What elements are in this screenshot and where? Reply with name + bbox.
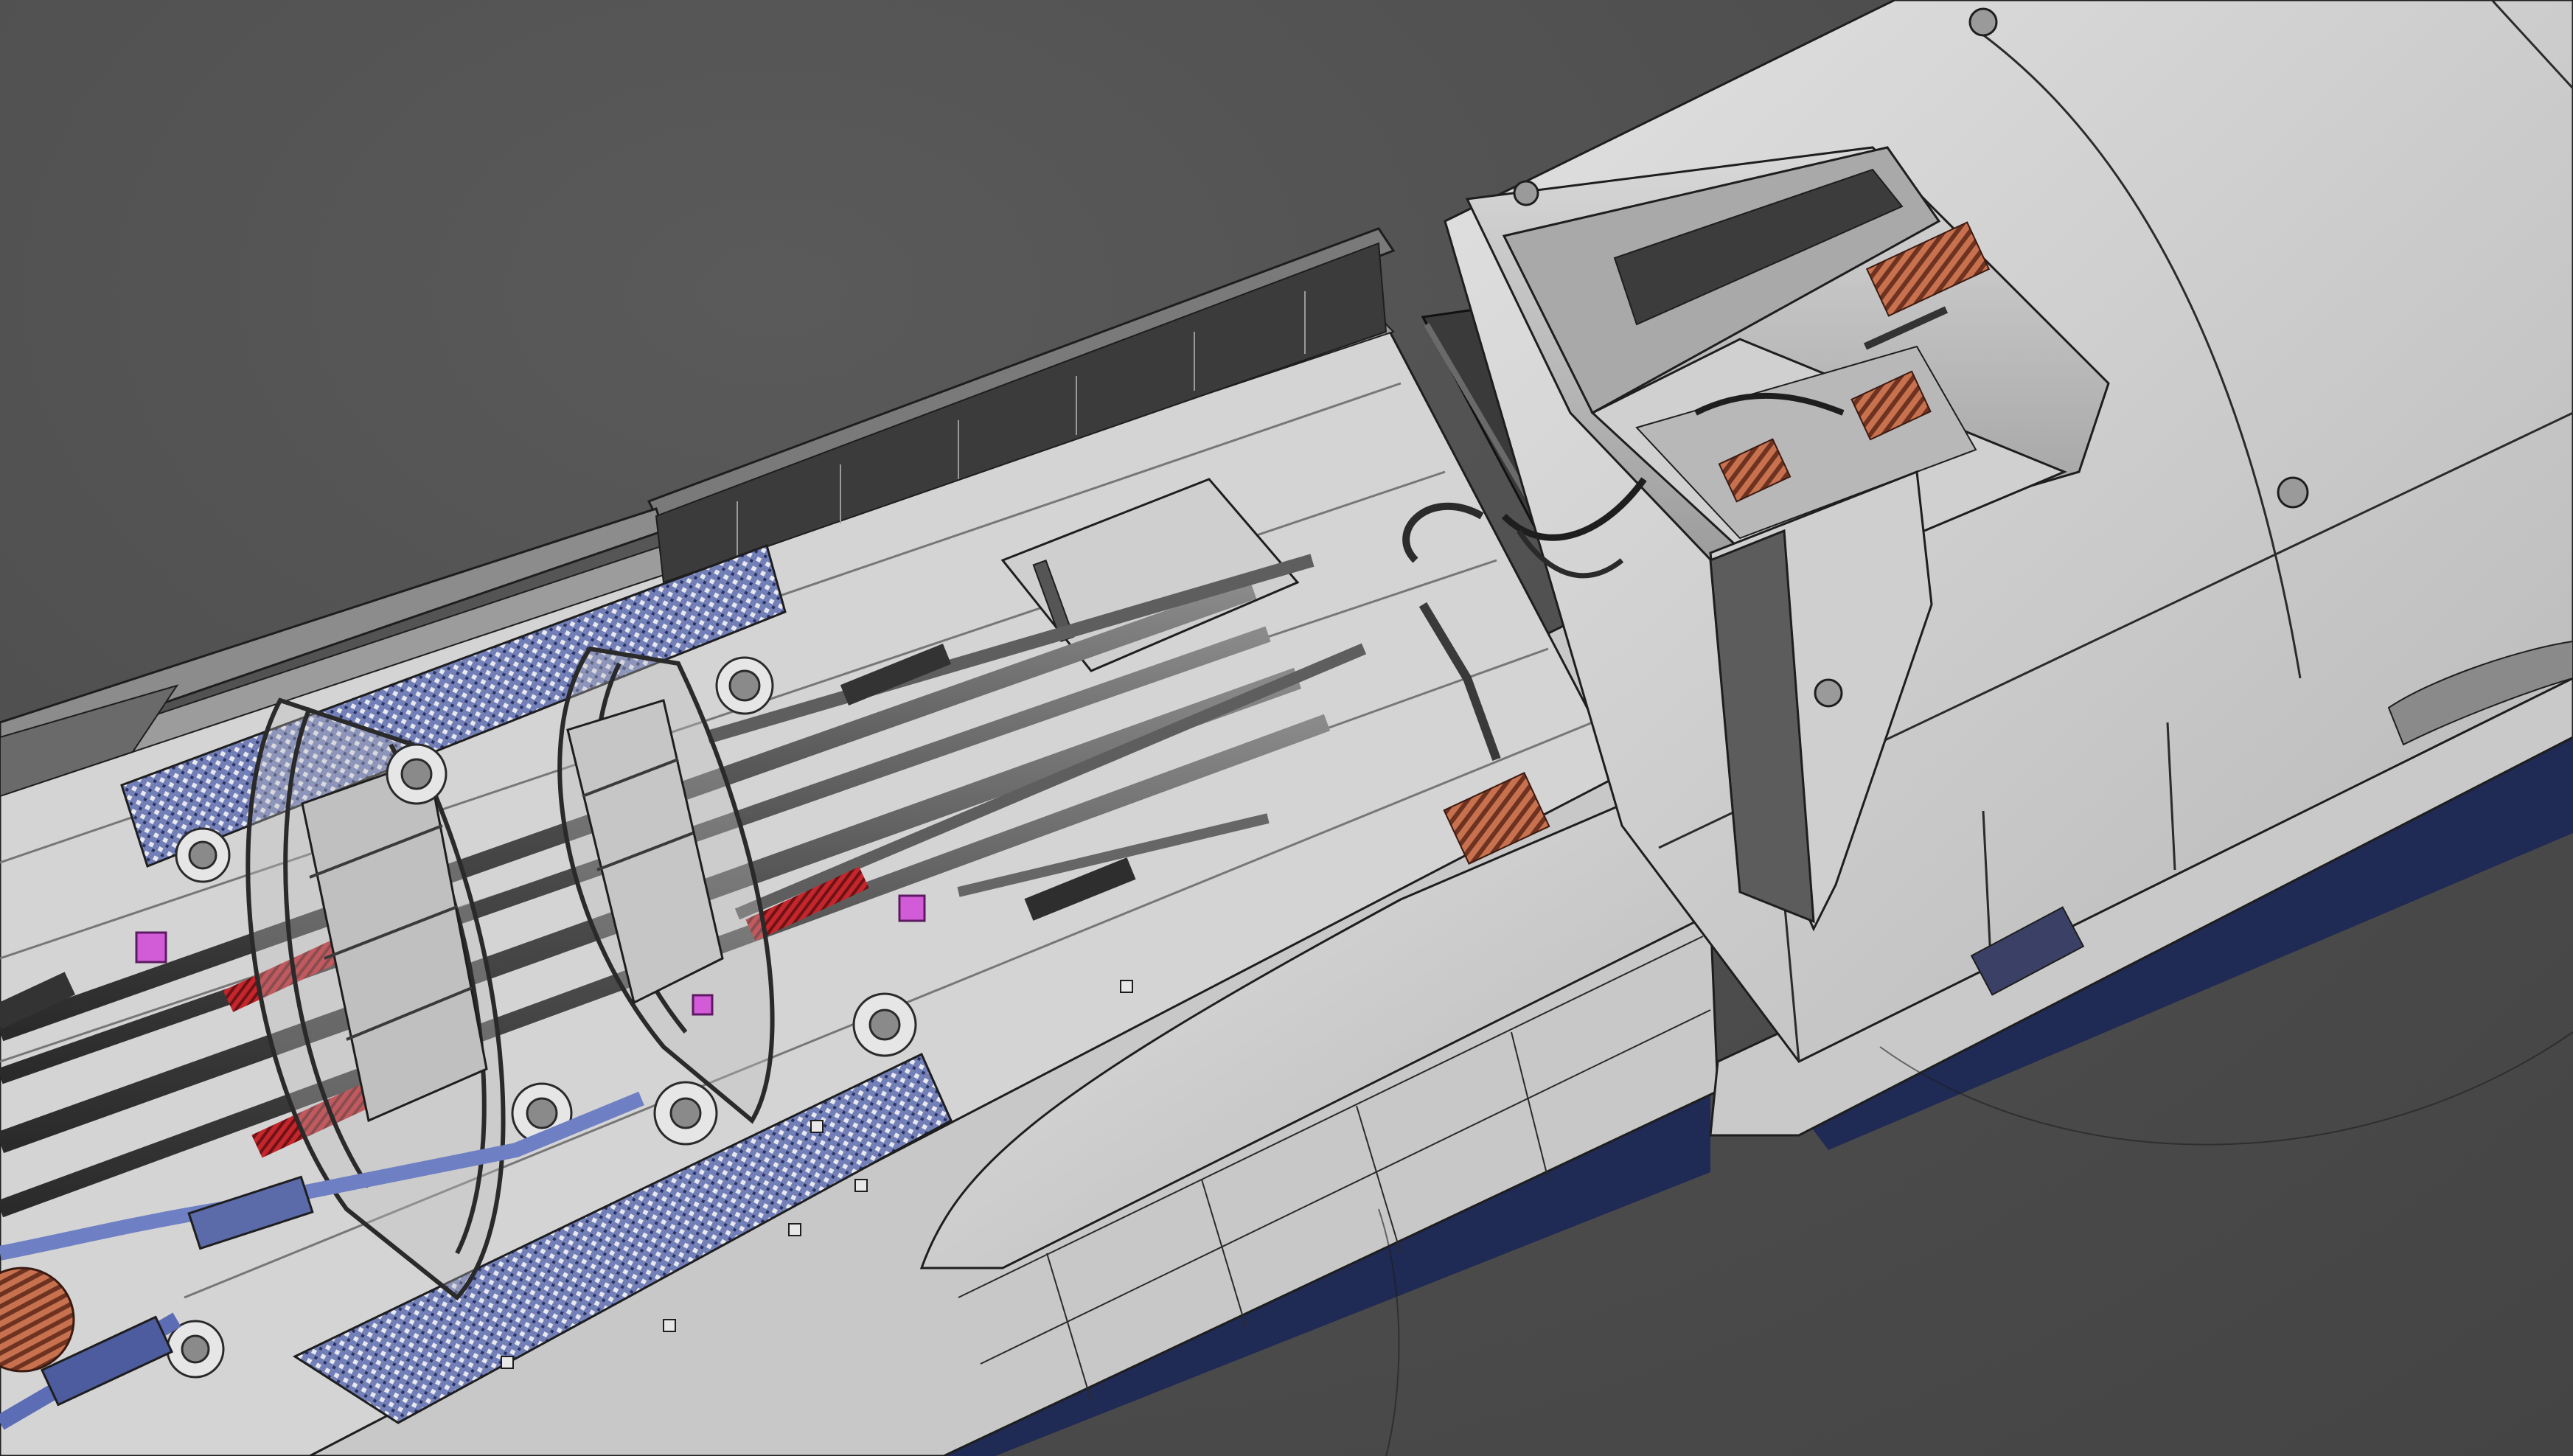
3d-viewport[interactable] [0, 0, 2573, 1456]
model-render[interactable] [0, 0, 2573, 1456]
